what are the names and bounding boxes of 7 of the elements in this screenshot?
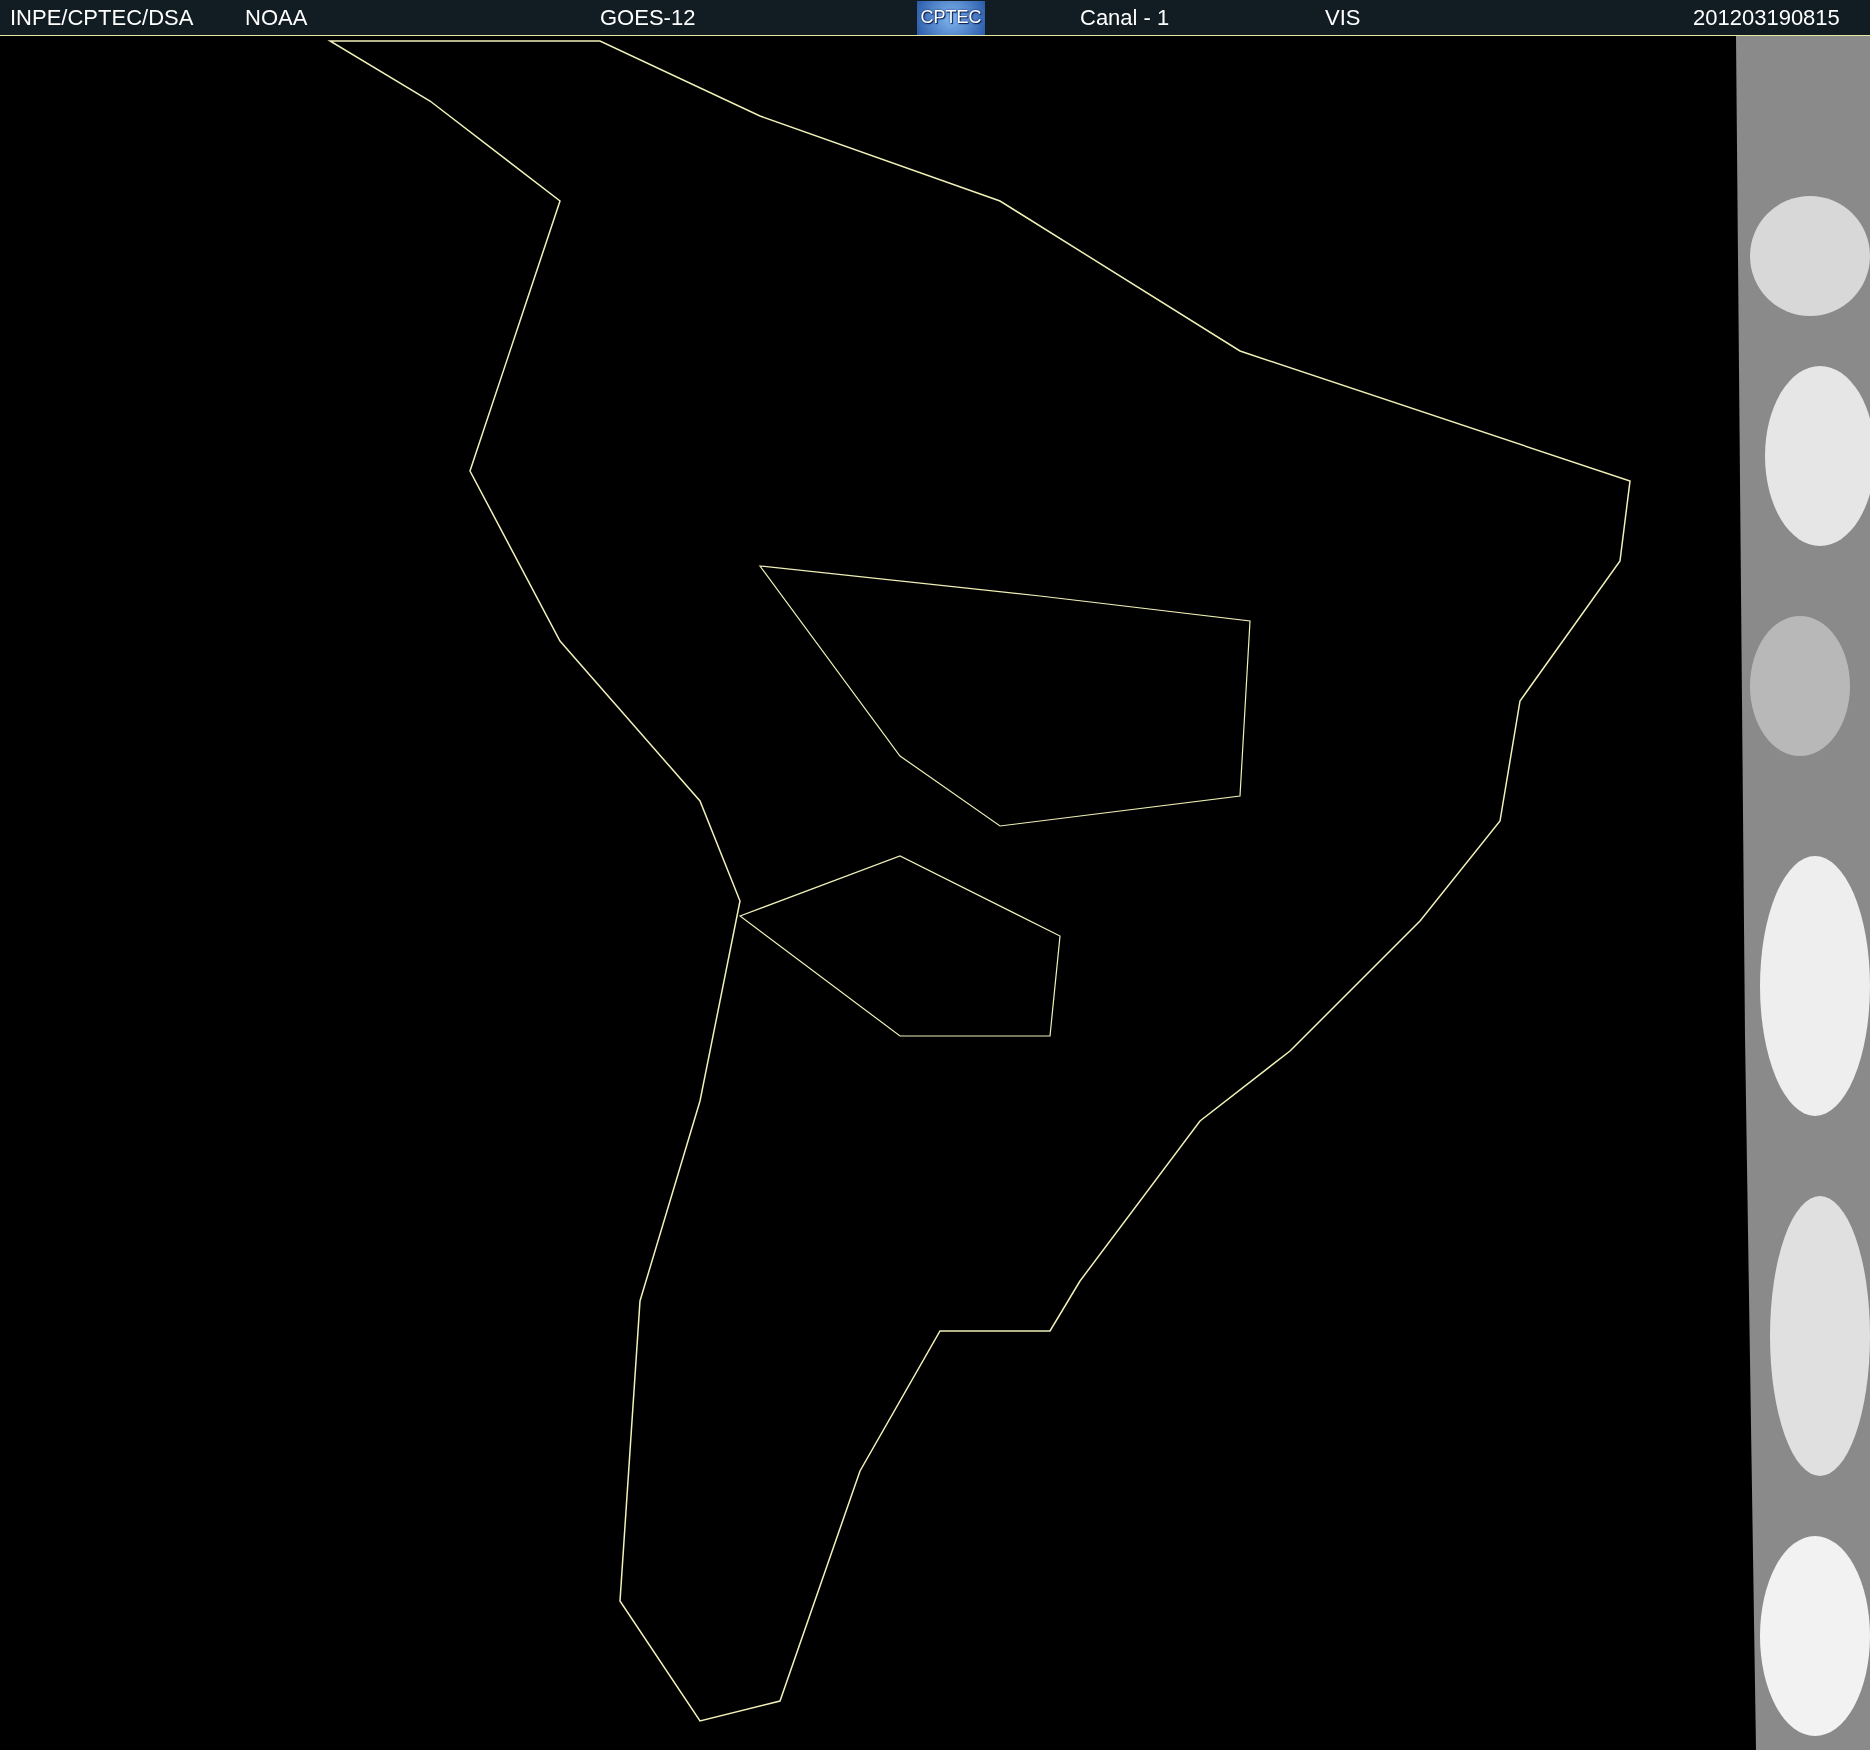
header-label: 201203190815 xyxy=(1693,4,1840,31)
header-label: GOES-12 xyxy=(600,4,697,31)
logo: CPTEC xyxy=(917,0,985,35)
header-label: VIS xyxy=(1325,4,1362,31)
header-label: NOAA xyxy=(245,4,309,31)
header-label: Canal - 1 xyxy=(1080,4,1171,31)
header-label: INPE/CPTEC/DSA xyxy=(10,4,195,31)
